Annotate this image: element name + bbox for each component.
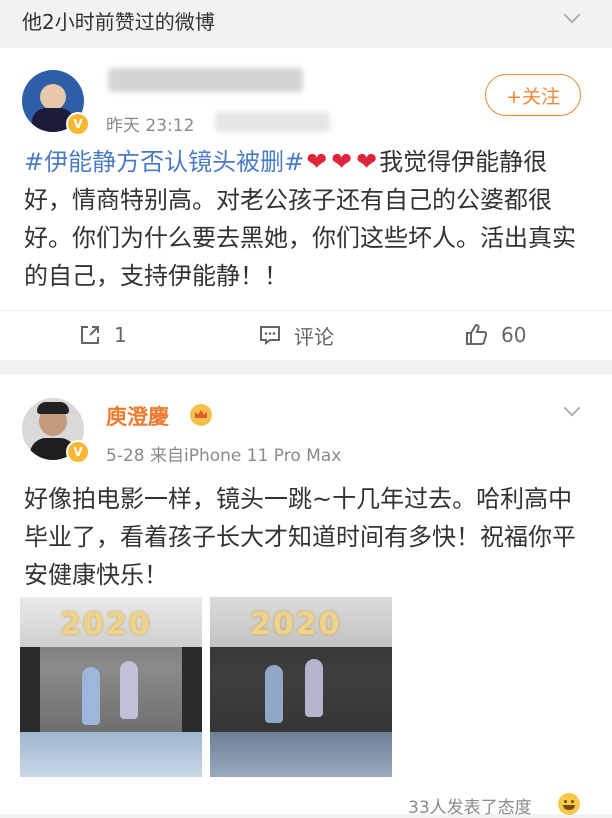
username-redacted <box>108 68 303 92</box>
post-text: #伊能静方否认镜头被删#❤ ❤ ❤我觉得伊能静很好，情商特别高。对老公孩子还有自己的… <box>24 143 594 295</box>
repost-icon <box>81 326 99 344</box>
source-redacted <box>215 112 330 132</box>
like-button[interactable]: 60 <box>465 311 526 359</box>
author-name[interactable]: 庾澄慶 <box>106 401 169 431</box>
follow-button[interactable]: +关注 <box>485 74 581 116</box>
repost-count: 1 <box>114 323 127 347</box>
chevron-down-icon[interactable] <box>563 6 581 24</box>
post-text: 好像拍电影一样，镜头一跳~十几年过去。哈利高中毕业了，看着孩子长大才知道时间有多… <box>24 485 576 589</box>
heart-icon: ❤ <box>356 147 378 176</box>
balloon-banner: 2020 <box>250 607 342 642</box>
repost-button[interactable]: 1 <box>78 311 127 359</box>
section-title: 他2小时前赞过的微博 <box>22 10 215 34</box>
topic-link[interactable]: #伊能静方否认镜头被删# <box>24 148 304 176</box>
post-image-2[interactable]: 2020 <box>210 597 392 777</box>
crown-icon <box>190 404 212 426</box>
heart-icon: ❤ <box>331 147 353 176</box>
post-card-1: V 昨天 23:12 +关注 #伊能静方否认镜头被删#❤ ❤ ❤我觉得伊能静很好，情… <box>0 48 612 360</box>
post-time: 昨天 23:12 <box>106 116 195 136</box>
like-count: 60 <box>501 323 527 347</box>
comment-icon <box>260 326 280 345</box>
comment-button[interactable]: 评论 <box>258 311 334 359</box>
verified-badge-icon: V <box>66 440 90 464</box>
balloon-banner: 2020 <box>60 607 152 642</box>
post-image-1[interactable]: 2020 <box>20 597 202 777</box>
post-meta: 5-28 来自iPhone 11 Pro Max <box>106 446 342 466</box>
action-bar: 1 评论 60 <box>0 310 612 359</box>
liked-section-header: 他2小时前赞过的微博 <box>0 0 612 40</box>
thumbs-up-icon <box>466 323 488 345</box>
smile-emoji-icon <box>558 793 580 815</box>
comment-label: 评论 <box>294 324 334 349</box>
heart-icon: ❤ <box>306 147 328 176</box>
verified-badge-icon: V <box>66 112 90 136</box>
reactions-summary[interactable]: 33人发表了态度 <box>408 793 532 818</box>
